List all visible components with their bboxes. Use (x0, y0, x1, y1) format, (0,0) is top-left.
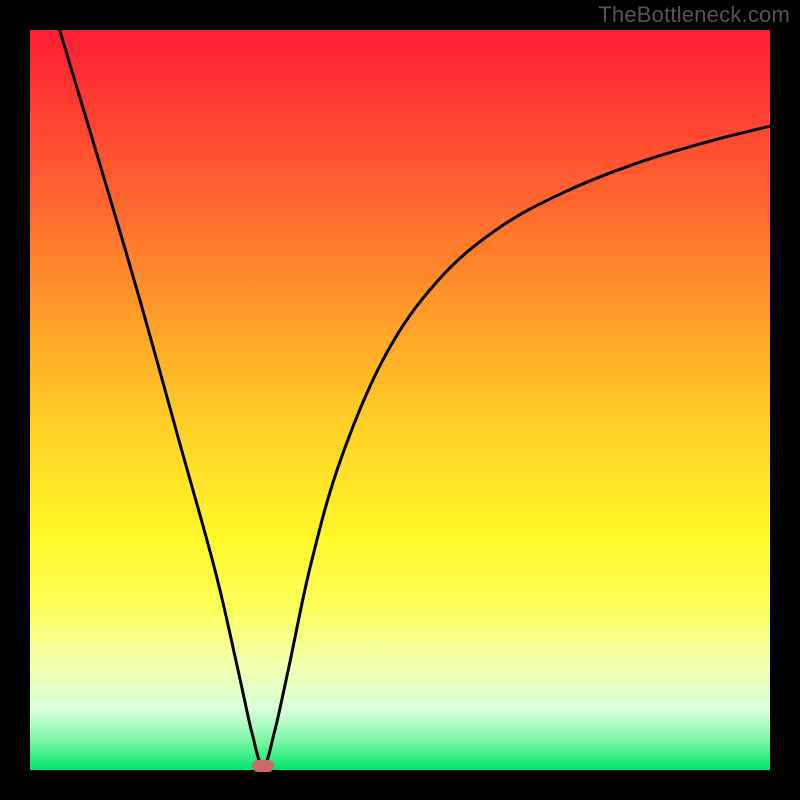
attribution-text: TheBottleneck.com (598, 2, 790, 28)
bottleneck-curve (30, 30, 770, 770)
optimal-point-marker (252, 760, 274, 772)
chart-frame: TheBottleneck.com (0, 0, 800, 800)
